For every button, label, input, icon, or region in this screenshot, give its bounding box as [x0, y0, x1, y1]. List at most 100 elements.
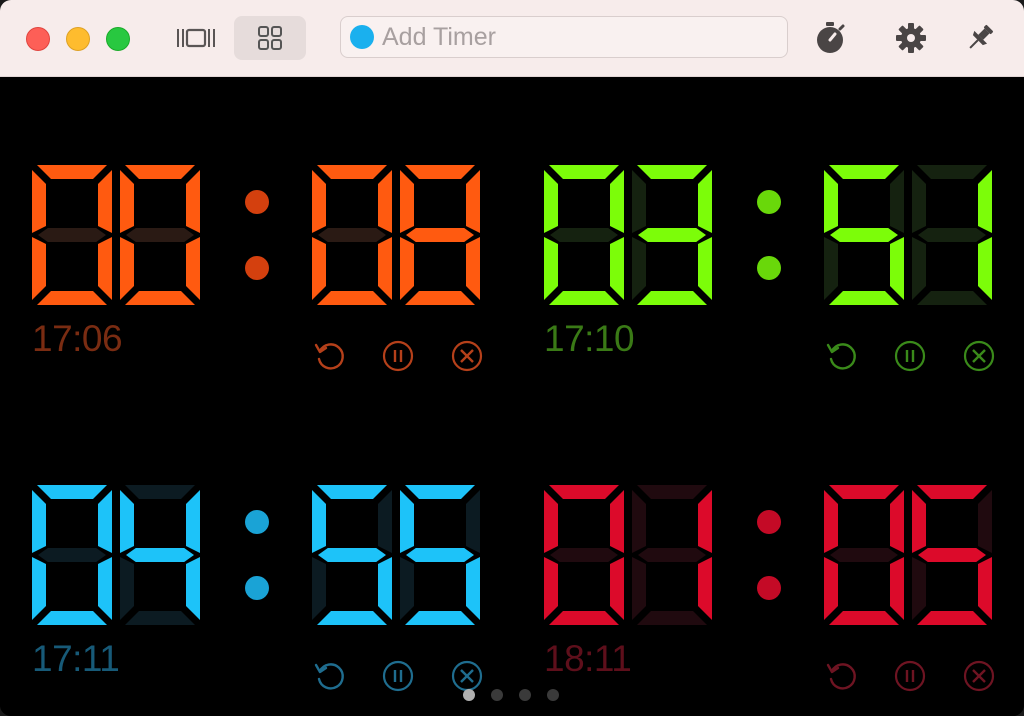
- segment-g: [126, 548, 194, 562]
- add-timer-input[interactable]: [382, 22, 762, 52]
- segment-a: [125, 165, 195, 179]
- zoom-window-button[interactable]: [106, 27, 130, 51]
- segment-e: [912, 557, 926, 620]
- segment-g: [406, 228, 474, 242]
- segment-f: [912, 490, 926, 553]
- timer-card: 18:11: [544, 485, 1014, 715]
- segment-b: [466, 170, 480, 233]
- segment-e: [912, 237, 926, 300]
- segment-f: [32, 170, 46, 233]
- segment-b: [698, 490, 712, 553]
- remove-button[interactable]: [962, 659, 996, 693]
- page-dot[interactable]: [463, 689, 475, 701]
- segment-d: [125, 611, 195, 625]
- segment-g: [406, 548, 474, 562]
- segment-e: [544, 237, 558, 300]
- digit-0: [32, 485, 112, 625]
- segment-b: [978, 490, 992, 553]
- segment-d: [405, 611, 475, 625]
- segment-e: [312, 237, 326, 300]
- reset-icon: [314, 663, 344, 690]
- remove-button[interactable]: [450, 339, 484, 373]
- remove-icon: [451, 660, 483, 692]
- segment-c: [466, 557, 480, 620]
- remove-icon: [963, 340, 995, 372]
- segment-c: [978, 237, 992, 300]
- segment-c: [466, 237, 480, 300]
- digit-3: [912, 165, 992, 305]
- segment-c: [378, 237, 392, 300]
- segment-a: [317, 165, 387, 179]
- reset-button[interactable]: [824, 659, 858, 693]
- pause-button[interactable]: [893, 659, 927, 693]
- add-timer-field[interactable]: [340, 16, 788, 58]
- digit-1: [120, 485, 200, 625]
- colon-dot: [757, 256, 781, 280]
- grid-view-button[interactable]: [234, 16, 306, 60]
- segment-a: [125, 485, 195, 499]
- timer-color-icon[interactable]: [350, 25, 374, 49]
- segment-f: [912, 170, 926, 233]
- segment-g: [38, 548, 106, 562]
- timer-display: [32, 485, 480, 625]
- close-window-button[interactable]: [26, 27, 50, 51]
- segment-c: [890, 557, 904, 620]
- minimize-window-button[interactable]: [66, 27, 90, 51]
- segment-c: [698, 237, 712, 300]
- app-window: 17:06 17:10 17:11 18:11: [0, 0, 1024, 716]
- timer-card: 17:10: [544, 165, 1014, 395]
- colon-dot: [757, 190, 781, 214]
- segment-c: [98, 237, 112, 300]
- segment-g: [638, 548, 706, 562]
- segment-b: [98, 490, 112, 553]
- pause-button[interactable]: [381, 339, 415, 373]
- segment-f: [544, 170, 558, 233]
- page-dot[interactable]: [491, 689, 503, 701]
- segment-d: [829, 291, 899, 305]
- timer-card: 17:11: [32, 485, 502, 715]
- segment-g: [918, 548, 986, 562]
- stopwatch-button[interactable]: [810, 18, 850, 58]
- segment-f: [120, 490, 134, 553]
- pause-button[interactable]: [381, 659, 415, 693]
- segment-d: [637, 291, 707, 305]
- end-time-label: 17:11: [32, 638, 120, 679]
- pause-button[interactable]: [893, 339, 927, 373]
- segment-a: [637, 485, 707, 499]
- remove-icon: [451, 340, 483, 372]
- segment-a: [317, 485, 387, 499]
- segment-f: [400, 490, 414, 553]
- page-dot[interactable]: [519, 689, 531, 701]
- segment-d: [917, 611, 987, 625]
- remove-button[interactable]: [450, 659, 484, 693]
- segment-e: [544, 557, 558, 620]
- segment-b: [466, 490, 480, 553]
- segment-c: [186, 237, 200, 300]
- segment-g: [638, 228, 706, 242]
- segment-e: [32, 557, 46, 620]
- remove-button[interactable]: [962, 339, 996, 373]
- reset-button[interactable]: [824, 339, 858, 373]
- reset-button[interactable]: [312, 339, 346, 373]
- segment-c: [698, 557, 712, 620]
- pin-window-button[interactable]: [960, 18, 1000, 58]
- segment-f: [544, 490, 558, 553]
- settings-button[interactable]: [891, 18, 931, 58]
- pause-icon: [894, 340, 926, 372]
- reset-button[interactable]: [312, 659, 346, 693]
- segment-g: [830, 228, 898, 242]
- reset-icon: [826, 343, 856, 370]
- segment-b: [186, 490, 200, 553]
- segment-f: [120, 170, 134, 233]
- segment-f: [32, 490, 46, 553]
- digit-3: [400, 485, 480, 625]
- pause-icon: [894, 660, 926, 692]
- segment-f: [824, 170, 838, 233]
- colon-dot: [757, 510, 781, 534]
- segment-c: [378, 557, 392, 620]
- page-dot[interactable]: [547, 689, 559, 701]
- segment-a: [405, 485, 475, 499]
- digit-0: [544, 165, 624, 305]
- carousel-view-button[interactable]: [160, 16, 232, 60]
- segment-a: [549, 165, 619, 179]
